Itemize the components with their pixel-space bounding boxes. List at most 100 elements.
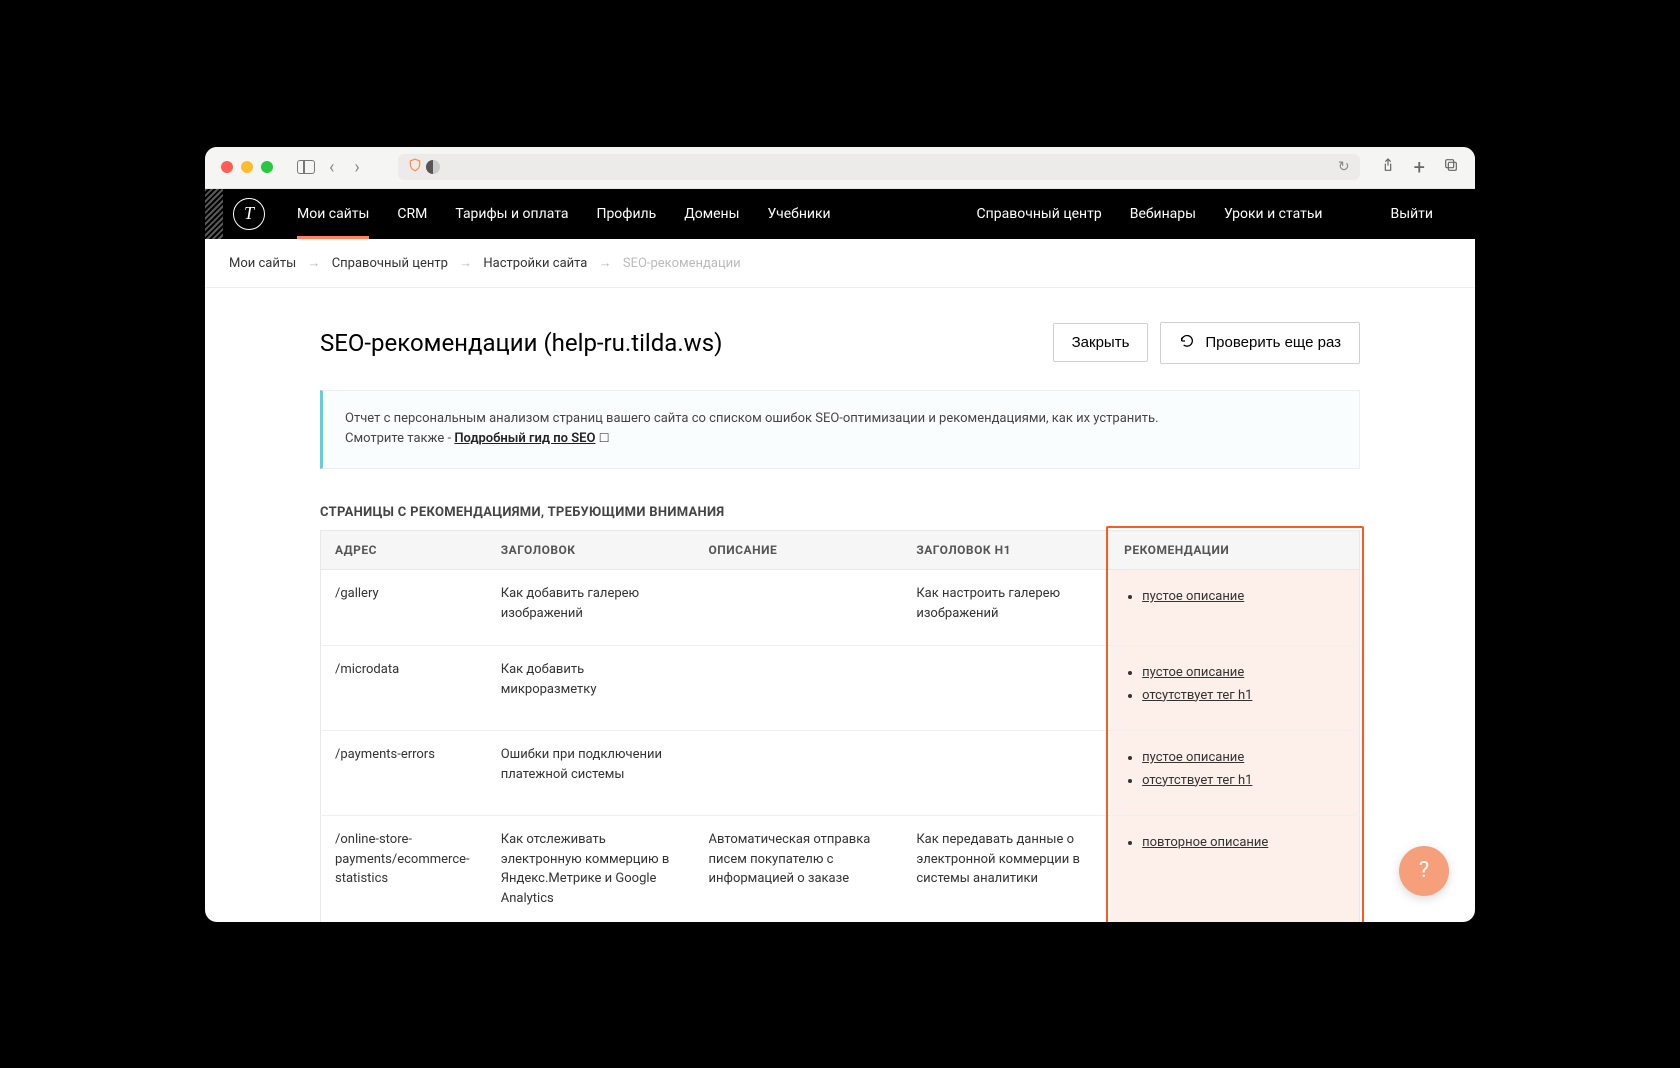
table-row: /online-store-payments/ecommerce-statist… bbox=[321, 816, 1360, 922]
cell-title: Как добавить галерею изображений bbox=[487, 570, 695, 646]
refresh-icon[interactable]: ↻ bbox=[1338, 159, 1350, 175]
nav-profile[interactable]: Профиль bbox=[582, 189, 670, 239]
close-window-button[interactable] bbox=[221, 161, 233, 173]
recommendation-link[interactable]: пустое описание bbox=[1142, 665, 1244, 680]
recommendation-link[interactable]: отсутствует тег h1 bbox=[1142, 773, 1252, 788]
cell-description bbox=[695, 570, 903, 646]
crumb-sep: → bbox=[307, 256, 320, 271]
nav-my-sites[interactable]: Мои сайты bbox=[283, 189, 383, 239]
top-nav: T Мои сайты CRM Тарифы и оплата Профиль … bbox=[205, 189, 1475, 239]
seo-table: АДРЕС ЗАГОЛОВОК ОПИСАНИЕ ЗАГОЛОВОК H1 РЕ… bbox=[320, 530, 1360, 921]
section-title: СТРАНИЦЫ С РЕКОМЕНДАЦИЯМИ, ТРЕБУЮЩИМИ ВН… bbox=[320, 505, 1360, 520]
seo-guide-link[interactable]: Подробный гид по SEO bbox=[454, 431, 595, 446]
table-header-row: АДРЕС ЗАГОЛОВОК ОПИСАНИЕ ЗАГОЛОВОК H1 РЕ… bbox=[321, 531, 1360, 570]
nav-label: Справочный центр bbox=[977, 206, 1102, 222]
col-recommendations: РЕКОМЕНДАЦИИ bbox=[1110, 531, 1359, 570]
cell-description bbox=[695, 731, 903, 816]
nav-label: Тарифы и оплата bbox=[455, 206, 568, 222]
recommendation-item: отсутствует тег h1 bbox=[1142, 686, 1345, 706]
external-link-icon: ☐ bbox=[599, 431, 610, 445]
tab-overview-icon[interactable] bbox=[1443, 157, 1459, 177]
col-title: ЗАГОЛОВОК bbox=[487, 531, 695, 570]
cell-address: /payments-errors bbox=[321, 731, 487, 816]
nav-label: Домены bbox=[684, 206, 739, 222]
col-address: АДРЕС bbox=[321, 531, 487, 570]
nav-label: Вебинары bbox=[1130, 206, 1196, 222]
nav-label: CRM bbox=[397, 206, 427, 222]
cell-recommendations: повторное описание bbox=[1110, 816, 1359, 922]
nav-webinars[interactable]: Вебинары bbox=[1116, 189, 1210, 239]
recommendation-link[interactable]: пустое описание bbox=[1142, 589, 1244, 604]
nav-domains[interactable]: Домены bbox=[670, 189, 753, 239]
crumb[interactable]: Мои сайты bbox=[229, 256, 296, 271]
crumb[interactable]: Настройки сайта bbox=[483, 256, 587, 271]
nav-label: Профиль bbox=[596, 206, 656, 222]
cell-title: Ошибки при подключении платежной системы bbox=[487, 731, 695, 816]
recommendation-link[interactable]: пустое описание bbox=[1142, 750, 1244, 765]
crumb-current: SEO-рекомендации bbox=[623, 256, 741, 271]
sidebar-toggle-icon[interactable] bbox=[297, 160, 315, 174]
breadcrumb: Мои сайты → Справочный центр → Настройки… bbox=[205, 239, 1475, 288]
table-row: /microdataКак добавить микроразметкупуст… bbox=[321, 646, 1360, 731]
cell-title: Как добавить микроразметку bbox=[487, 646, 695, 731]
browser-window: ‹ › ↻ + T Мои сайты CRM Тарифы и оплата … bbox=[205, 147, 1475, 922]
nav-help-center[interactable]: Справочный центр bbox=[963, 189, 1116, 239]
recommendation-link[interactable]: повторное описание bbox=[1142, 835, 1268, 850]
banner-text: Смотрите также - Подробный гид по SEO ☐ bbox=[345, 429, 1337, 450]
crumb-sep: → bbox=[459, 256, 472, 271]
cell-h1 bbox=[902, 646, 1110, 731]
page-header: SEO-рекомендации (help-ru.tilda.ws) Закр… bbox=[320, 322, 1360, 364]
table-row: /payments-errorsОшибки при подключении п… bbox=[321, 731, 1360, 816]
button-label: Закрыть bbox=[1072, 334, 1130, 351]
recommendation-item: пустое описание bbox=[1142, 587, 1345, 607]
main-content: SEO-рекомендации (help-ru.tilda.ws) Закр… bbox=[205, 288, 1475, 922]
titlebar: ‹ › ↻ + bbox=[205, 147, 1475, 189]
url-bar[interactable]: ↻ bbox=[398, 154, 1360, 180]
new-tab-button[interactable]: + bbox=[1414, 155, 1425, 179]
back-button[interactable]: ‹ bbox=[323, 157, 340, 178]
recommendation-item: пустое описание bbox=[1142, 748, 1345, 768]
decorative-edge bbox=[205, 189, 223, 239]
cell-description bbox=[695, 646, 903, 731]
privacy-icon[interactable] bbox=[426, 160, 440, 174]
help-fab-button[interactable]: ? bbox=[1399, 846, 1449, 896]
recommendation-item: пустое описание bbox=[1142, 663, 1345, 683]
cell-description: Автоматическая отправка писем покупателю… bbox=[695, 816, 903, 922]
adblock-shield-icon[interactable] bbox=[408, 158, 422, 176]
crumb[interactable]: Справочный центр bbox=[332, 256, 448, 271]
nav-crm[interactable]: CRM bbox=[383, 189, 441, 239]
table-row: /galleryКак добавить галерею изображений… bbox=[321, 570, 1360, 646]
logo[interactable]: T bbox=[233, 198, 265, 230]
nav-label: Уроки и статьи bbox=[1224, 206, 1323, 222]
cell-recommendations: пустое описание bbox=[1110, 570, 1359, 646]
nav-logout[interactable]: Выйти bbox=[1377, 189, 1448, 239]
nav-tutorials[interactable]: Учебники bbox=[754, 189, 845, 239]
nav-label: Учебники bbox=[768, 206, 831, 222]
col-h1: ЗАГОЛОВОК H1 bbox=[902, 531, 1110, 570]
nav-lessons[interactable]: Уроки и статьи bbox=[1210, 189, 1337, 239]
cell-recommendations: пустое описание отсутствует тег h1 bbox=[1110, 731, 1359, 816]
refresh-icon bbox=[1179, 333, 1195, 353]
cell-title: Как отслеживать электронную коммерцию в … bbox=[487, 816, 695, 922]
col-description: ОПИСАНИЕ bbox=[695, 531, 903, 570]
minimize-window-button[interactable] bbox=[241, 161, 253, 173]
button-label: Проверить еще раз bbox=[1205, 334, 1341, 351]
crumb-sep: → bbox=[599, 256, 612, 271]
banner-prefix: Смотрите также - bbox=[345, 431, 454, 446]
maximize-window-button[interactable] bbox=[261, 161, 273, 173]
recheck-button[interactable]: Проверить еще раз bbox=[1160, 322, 1360, 364]
forward-button[interactable]: › bbox=[348, 157, 365, 178]
nav-label: Мои сайты bbox=[297, 206, 369, 222]
cell-address: /online-store-payments/ecommerce-statist… bbox=[321, 816, 487, 922]
recommendation-item: повторное описание bbox=[1142, 833, 1345, 853]
cell-recommendations: пустое описание отсутствует тег h1 bbox=[1110, 646, 1359, 731]
nav-tariffs[interactable]: Тарифы и оплата bbox=[441, 189, 582, 239]
share-icon[interactable] bbox=[1380, 157, 1396, 177]
nav-label: Выйти bbox=[1391, 206, 1434, 222]
close-button[interactable]: Закрыть bbox=[1053, 323, 1149, 362]
traffic-lights bbox=[221, 161, 273, 173]
recommendation-link[interactable]: отсутствует тег h1 bbox=[1142, 688, 1252, 703]
info-banner: Отчет с персональным анализом страниц ва… bbox=[320, 390, 1360, 470]
recommendation-item: отсутствует тег h1 bbox=[1142, 771, 1345, 791]
cell-address: /gallery bbox=[321, 570, 487, 646]
